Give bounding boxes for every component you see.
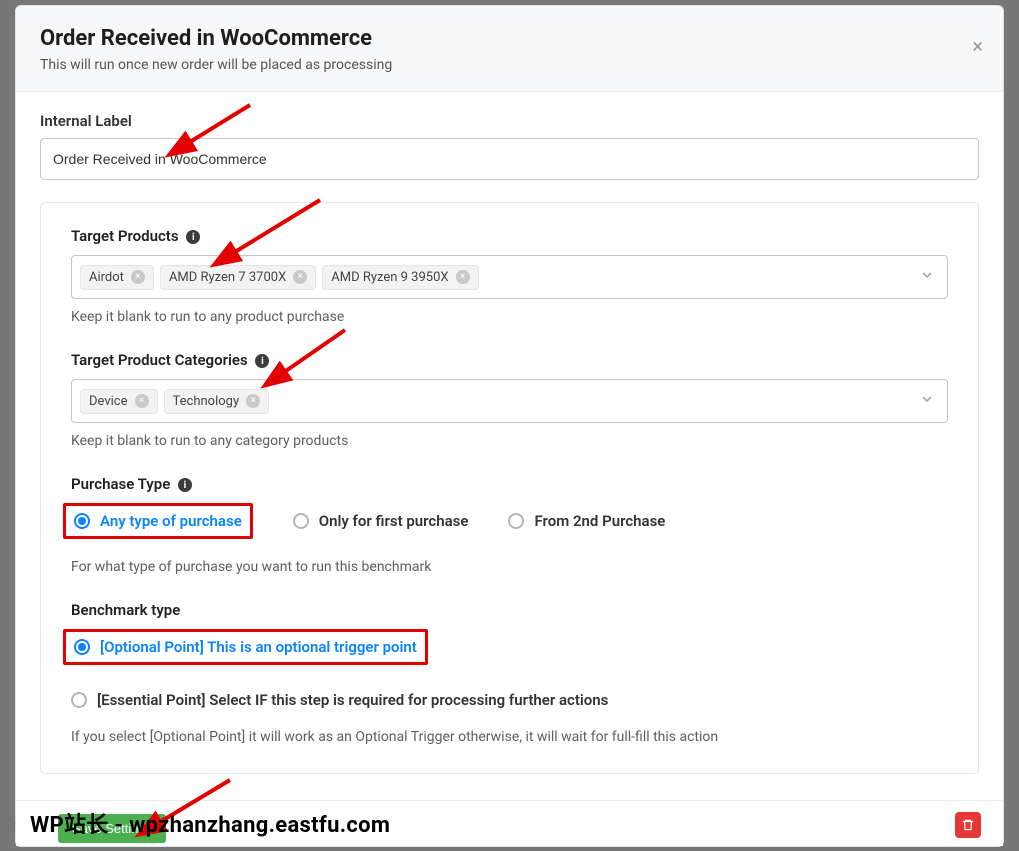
radio-icon [74,639,90,655]
settings-panel: Target Products i Airdot × AMD Ryzen 7 3… [40,202,979,774]
chevron-down-icon [921,393,933,409]
target-categories-label: Target Product Categories [71,351,248,369]
benchmark-type-help: If you select [Optional Point] it will w… [71,729,948,745]
tag: AMD Ryzen 9 3950X × [322,265,478,290]
radio-icon [74,513,90,529]
with-label-fragment: wit [0,819,15,833]
purchase-type-section: Purchase Type i Any type of purchase Onl… [71,475,948,575]
target-categories-select[interactable]: Device × Technology × [71,379,948,423]
radio-second-purchase[interactable]: From 2nd Purchase [508,512,665,530]
radio-first-purchase[interactable]: Only for first purchase [293,512,469,530]
benchmark-type-radio-group: [Optional Point] This is an optional tri… [71,629,948,709]
tag: Technology × [164,389,270,414]
chevron-down-icon [921,269,933,285]
radio-icon [293,513,309,529]
target-categories-help: Keep it blank to run to any category pro… [71,433,948,449]
remove-tag-icon[interactable]: × [456,270,470,284]
benchmark-type-section: Benchmark type [Optional Point] This is … [71,601,948,745]
radio-optional-point[interactable]: [Optional Point] This is an optional tri… [74,638,417,656]
purchase-type-label: Purchase Type [71,475,170,493]
target-products-help: Keep it blank to run to any product purc… [71,309,948,325]
target-categories-section: Target Product Categories i Device × Tec… [71,351,948,449]
radio-icon [508,513,524,529]
info-icon[interactable]: i [255,354,269,368]
modal-header: Order Received in WooCommerce This will … [16,6,1003,92]
target-products-section: Target Products i Airdot × AMD Ryzen 7 3… [71,227,948,325]
remove-tag-icon[interactable]: × [135,394,149,408]
watermark-text: WP站长 - wpzhanzhang.eastfu.com [30,807,390,839]
remove-tag-icon[interactable]: × [293,270,307,284]
info-icon[interactable]: i [178,478,192,492]
tag: Airdot × [80,265,154,290]
info-icon[interactable]: i [186,230,200,244]
delete-button[interactable] [955,812,981,838]
internal-label-heading: Internal Label [40,112,979,130]
remove-tag-icon[interactable]: × [246,394,260,408]
internal-label-input[interactable] [40,138,979,180]
settings-modal: Order Received in WooCommerce This will … [16,6,1003,846]
tag: AMD Ryzen 7 3700X × [160,265,316,290]
purchase-type-help: For what type of purchase you want to ru… [71,559,948,575]
remove-tag-icon[interactable]: × [131,270,145,284]
tag: Device × [80,389,158,414]
target-products-select[interactable]: Airdot × AMD Ryzen 7 3700X × AMD Ryzen 9… [71,255,948,299]
radio-essential-point[interactable]: [Essential Point] Select IF this step is… [71,691,608,709]
close-icon[interactable]: × [972,36,983,56]
modal-subtitle: This will run once new order will be pla… [40,57,979,73]
target-products-label: Target Products [71,227,179,245]
radio-icon [71,692,87,708]
trash-icon [961,818,975,832]
benchmark-type-label: Benchmark type [71,601,948,619]
purchase-type-radio-group: Any type of purchase Only for first purc… [71,503,948,539]
radio-any-purchase[interactable]: Any type of purchase [74,512,242,530]
modal-title: Order Received in WooCommerce [40,26,979,51]
